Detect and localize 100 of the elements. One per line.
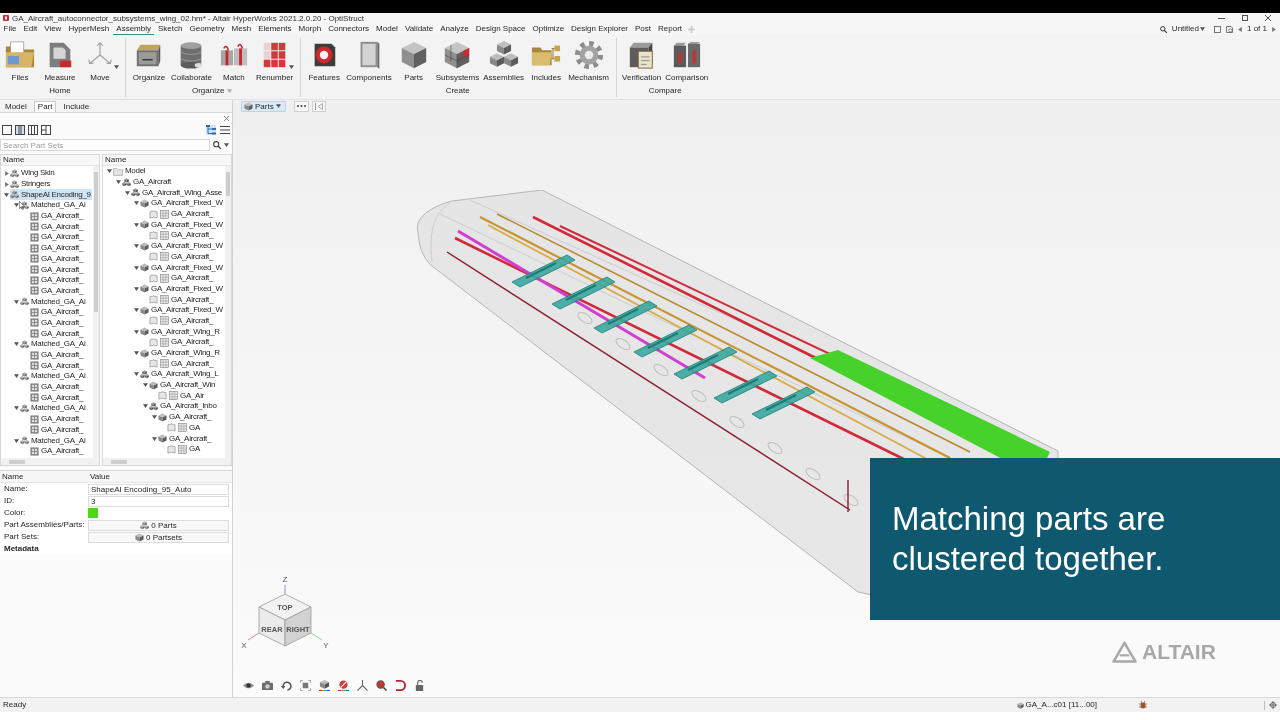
tree-item[interactable]: GA_Aircraft_ [30, 285, 85, 297]
tool-button[interactable]: Comparison [663, 38, 711, 84]
tree-item[interactable]: GA_Aircraft_ [30, 221, 85, 233]
tree-item[interactable]: GA_Aircraft_ [30, 242, 85, 254]
caret-down-icon[interactable] [14, 299, 19, 304]
tree-item[interactable]: GA_Aircraft_ [30, 232, 85, 243]
tool-button[interactable]: Match [213, 38, 254, 84]
caret-down-icon[interactable] [116, 180, 121, 185]
collapse-button[interactable] [311, 100, 326, 112]
tree-item[interactable]: Matched_GA_Ai [20, 296, 87, 307]
padlock-icon[interactable] [414, 680, 425, 691]
caret-down-icon[interactable] [143, 404, 148, 409]
tree-item[interactable]: GA_Aircraft_Inbo [149, 401, 218, 412]
tree-item[interactable]: GA_Aircraft_Fixed_W [140, 283, 224, 295]
list-view-icon[interactable] [220, 125, 230, 135]
tree-item[interactable]: GA_Aircraft_ [30, 392, 85, 404]
tree-item[interactable]: GA_Aircraft_Fixed_W [140, 219, 224, 231]
menu-item[interactable]: View [40, 23, 65, 35]
tree-item[interactable]: Matched_GA_Ai [20, 403, 87, 414]
crosshair-icon[interactable] [1269, 701, 1277, 709]
tree-view-icon[interactable] [206, 125, 216, 135]
caret-down-icon[interactable] [134, 286, 139, 291]
tool-button[interactable]: Features [304, 38, 345, 84]
tree-item[interactable]: GA [167, 443, 201, 455]
tree-item[interactable]: GA_Aircraft_ [30, 264, 85, 275]
menu-item[interactable]: Assembly [112, 23, 155, 35]
tree-item[interactable]: GA_Aircraft_ [149, 294, 215, 305]
caret-down-icon[interactable] [134, 308, 139, 313]
caret-down-icon[interactable] [134, 351, 139, 356]
tool-button[interactable]: Measure [40, 38, 80, 84]
search-icon[interactable] [213, 141, 221, 149]
arc-icon[interactable] [395, 680, 406, 691]
tool-button[interactable]: Components [344, 38, 394, 84]
tree-item[interactable]: GA_Air [158, 390, 205, 402]
close-icon[interactable] [1265, 15, 1271, 21]
tool-button[interactable]: Includes [526, 38, 567, 84]
caret-down-icon[interactable] [134, 244, 139, 249]
tree-item[interactable]: GA_Aircraft_ [158, 411, 213, 423]
caret-right-icon[interactable] [4, 181, 9, 187]
split-pane-icon[interactable] [15, 125, 25, 135]
tree-item[interactable]: GA_Aircraft_ [30, 445, 85, 457]
tree-item[interactable]: GA_Aircraft_ [30, 360, 85, 371]
text-field[interactable]: ShapeAI Encoding_95_Auto [88, 483, 229, 495]
caret-down-icon[interactable] [14, 342, 19, 347]
tree-item[interactable]: GA_Aircraft_ [30, 274, 85, 286]
caret-down-icon[interactable] [134, 222, 139, 227]
bug-icon[interactable] [1139, 701, 1147, 709]
history-icon[interactable] [1226, 25, 1233, 33]
fit-view-icon[interactable] [300, 680, 311, 691]
tree-item[interactable]: GA_Aircraft_ [30, 317, 85, 329]
caret-right-icon[interactable] [4, 170, 9, 176]
tool-button[interactable]: Collaborate [169, 38, 214, 84]
caret-right-icon[interactable] [1272, 26, 1276, 32]
tree-item[interactable]: GA_Aircraft_Wing_R [140, 347, 221, 359]
menu-item[interactable]: Report [654, 23, 686, 35]
entity-filter-button[interactable]: Parts [241, 100, 286, 112]
tree-item[interactable]: GA_Aircraft_Fixed_W [140, 198, 224, 209]
tree-item[interactable]: GA_Aircraft_ [149, 230, 215, 241]
vertical-scrollbar[interactable] [93, 166, 99, 458]
tool-button[interactable]: Files [0, 38, 40, 84]
tool-button[interactable]: Move [80, 38, 120, 84]
tree-item[interactable]: ShapeAI Encoding_9 [10, 189, 92, 200]
tool-button[interactable]: Assemblies [481, 38, 527, 84]
rotate-icon[interactable] [281, 680, 292, 691]
tree-item[interactable]: GA_Aircraft_ [30, 424, 85, 436]
tree-item[interactable]: Model [113, 166, 147, 177]
menu-item[interactable]: Morph [295, 23, 325, 35]
tree-item[interactable]: GA_Aircraft_Fixed_W [140, 240, 224, 252]
menu-item[interactable]: Design Explorer [567, 23, 632, 35]
caret-down-icon[interactable] [14, 203, 19, 208]
prohibition-icon[interactable] [338, 680, 349, 691]
menu-item[interactable]: Sketch [154, 23, 186, 35]
menu-item[interactable]: Design Space [472, 23, 529, 35]
swatch-icon[interactable] [88, 508, 98, 518]
tree-item[interactable]: GA_Aircraft_ [149, 208, 215, 220]
tree-item[interactable]: GA_Aircraft_ [30, 349, 85, 361]
menu-item[interactable]: File [0, 23, 20, 35]
menu-item[interactable]: Post [631, 23, 655, 35]
tree-item[interactable]: GA [167, 422, 201, 434]
menu-item[interactable]: Validate [401, 23, 437, 35]
caret-down-icon[interactable] [107, 169, 112, 174]
search-field[interactable]: Search Part Sets [0, 139, 210, 151]
caret-down-icon[interactable] [152, 415, 157, 420]
close-icon[interactable] [224, 115, 229, 121]
horizontal-scrollbar[interactable] [103, 458, 231, 465]
caret-down-icon[interactable] [143, 383, 148, 388]
menu-item[interactable]: Analyze [436, 23, 473, 35]
tree-item[interactable]: GA_Aircraft_Fixed_W [140, 305, 224, 316]
eye-icon[interactable] [243, 680, 254, 691]
tree-item[interactable]: GA_Aircraft_ [149, 358, 215, 369]
caret-down-icon[interactable] [134, 201, 139, 206]
single-pane-icon[interactable] [2, 125, 12, 135]
tool-button[interactable]: Parts [393, 38, 434, 84]
caret-left-icon[interactable] [1238, 26, 1242, 32]
panel-tab[interactable]: Model [1, 101, 31, 112]
window-icon[interactable] [1214, 25, 1221, 33]
tree-item[interactable]: GA_Aircraft_Win [149, 379, 217, 391]
tree-item[interactable]: GA_Aircraft_ [30, 381, 85, 393]
tree-item[interactable]: GA_Aircraft_ [149, 272, 215, 284]
tool-button[interactable]: Renumber [253, 38, 296, 84]
